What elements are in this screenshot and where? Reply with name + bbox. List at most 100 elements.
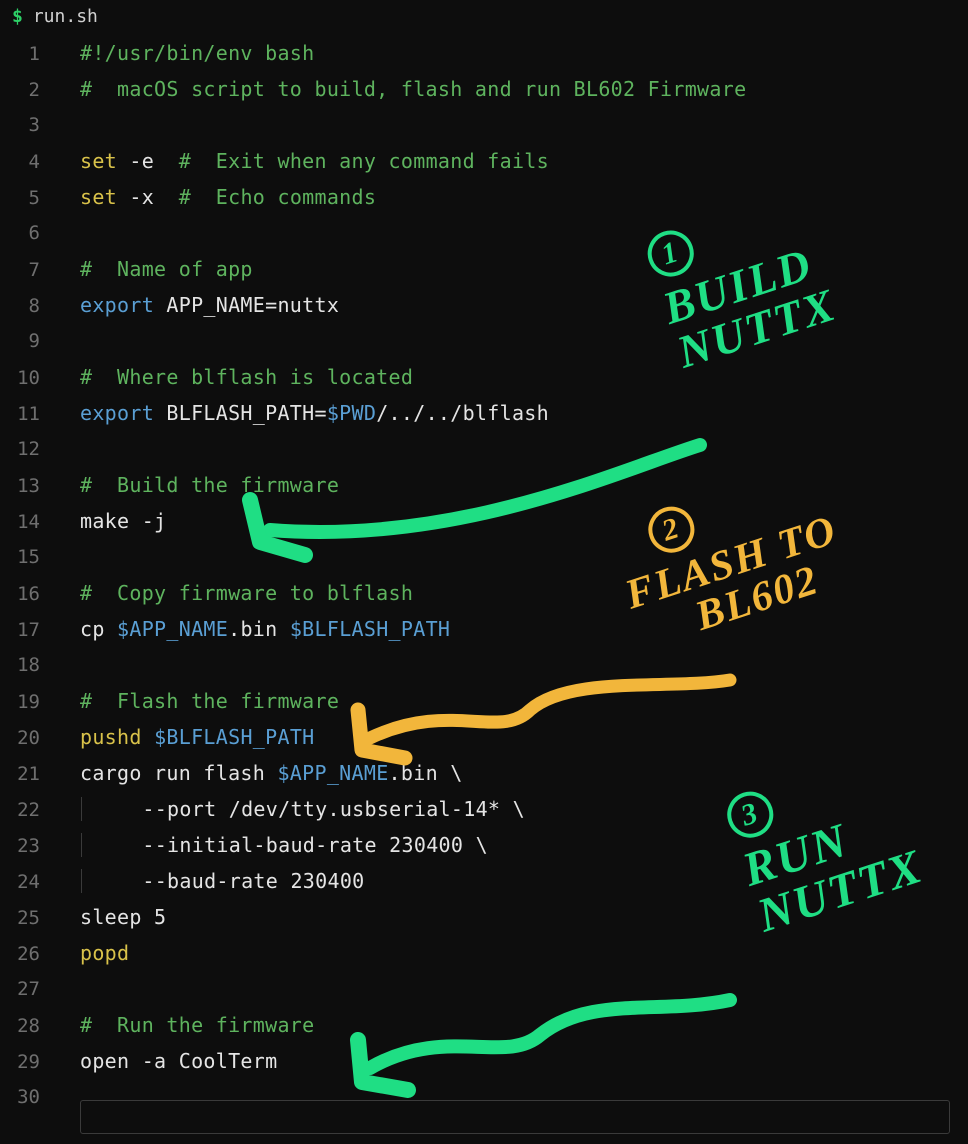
code-line[interactable]: 7 # Name of app xyxy=(0,251,968,287)
code-line[interactable]: 4set -e # Exit when any command fails xyxy=(0,143,968,179)
line-content[interactable]: open -a CoolTerm xyxy=(62,1043,277,1079)
token: make -j xyxy=(80,509,166,533)
code-line[interactable]: 11export BLFLASH_PATH=$PWD/../../blflash xyxy=(0,395,968,431)
token: set xyxy=(80,149,117,173)
token: $PWD xyxy=(327,401,376,425)
line-number: 22 xyxy=(0,792,62,828)
code-line[interactable]: 15 xyxy=(0,539,968,575)
line-number: 18 xyxy=(0,647,62,683)
code-line[interactable]: 18 xyxy=(0,647,968,683)
line-number: 24 xyxy=(0,864,62,900)
line-content[interactable]: #!/usr/bin/env bash xyxy=(62,35,314,71)
token: # Copy firmware to blflash xyxy=(80,581,413,605)
code-line[interactable]: 24 --baud-rate 230400 xyxy=(0,863,968,899)
token xyxy=(142,725,154,749)
code-line[interactable]: 25 sleep 5 xyxy=(0,899,968,935)
code-line[interactable]: 6 xyxy=(0,215,968,251)
code-line[interactable]: 8export APP_NAME=nuttx xyxy=(0,287,968,323)
token: #!/usr/bin/env bash xyxy=(80,41,314,65)
token: -e xyxy=(117,149,179,173)
token: export xyxy=(80,293,154,317)
line-content[interactable]: # Where blflash is located xyxy=(62,359,413,395)
token: --initial-baud-rate 230400 \ xyxy=(93,833,488,857)
line-content[interactable]: --baud-rate 230400 xyxy=(62,863,365,899)
code-line[interactable]: 5set -x # Echo commands xyxy=(0,179,968,215)
line-content[interactable]: --port /dev/tty.usbserial-14* \ xyxy=(62,791,525,827)
line-number: 3 xyxy=(0,107,62,143)
line-content[interactable]: sleep 5 xyxy=(62,899,166,935)
line-content[interactable]: set -e # Exit when any command fails xyxy=(62,143,549,179)
code-line[interactable]: 19# Flash the firmware xyxy=(0,683,968,719)
code-editor[interactable]: 1 #!/usr/bin/env bash 2 # macOS script to b… xyxy=(0,31,968,1115)
line-number: 27 xyxy=(0,971,62,1007)
line-content[interactable]: cargo run flash $APP_NAME.bin \ xyxy=(62,755,463,791)
line-number: 21 xyxy=(0,756,62,792)
line-content[interactable]: popd xyxy=(62,935,129,971)
line-number: 26 xyxy=(0,936,62,972)
line-content[interactable]: # Build the firmware xyxy=(62,467,339,503)
token: # Name of app xyxy=(80,257,253,281)
token: $BLFLASH_PATH xyxy=(290,617,450,641)
line-content[interactable]: export BLFLASH_PATH=$PWD/../../blflash xyxy=(62,395,549,431)
token: $BLFLASH_PATH xyxy=(154,725,314,749)
code-line[interactable]: 9 xyxy=(0,323,968,359)
token: --port /dev/tty.usbserial-14* \ xyxy=(93,797,525,821)
code-line[interactable]: 13# Build the firmware xyxy=(0,467,968,503)
line-number: 15 xyxy=(0,539,62,575)
token: # Where blflash is located xyxy=(80,365,413,389)
line-content[interactable]: # Run the firmware xyxy=(62,1007,314,1043)
line-content[interactable]: pushd $BLFLASH_PATH xyxy=(62,719,315,755)
prompt-symbol: $ xyxy=(12,6,23,27)
line-number: 1 xyxy=(0,36,62,72)
line-content[interactable]: # Flash the firmware xyxy=(62,683,339,719)
line-content[interactable]: export APP_NAME=nuttx xyxy=(62,287,339,323)
line-content[interactable]: cp $APP_NAME.bin $BLFLASH_PATH xyxy=(62,611,450,647)
token: --baud-rate 230400 xyxy=(93,869,365,893)
line-number: 25 xyxy=(0,900,62,936)
line-content[interactable]: # Copy firmware to blflash xyxy=(62,575,413,611)
code-line[interactable]: 10 # Where blflash is located xyxy=(0,359,968,395)
code-line[interactable]: 12 xyxy=(0,431,968,467)
titlebar: $ run.sh xyxy=(0,0,968,31)
code-line[interactable]: 14 make -j xyxy=(0,503,968,539)
code-line[interactable]: 3 xyxy=(0,107,968,143)
token: # Run the firmware xyxy=(80,1013,314,1037)
code-line[interactable]: 17cp $APP_NAME.bin $BLFLASH_PATH xyxy=(0,611,968,647)
line-content[interactable]: --initial-baud-rate 230400 \ xyxy=(62,827,488,863)
line-number: 7 xyxy=(0,252,62,288)
line-content[interactable]: # macOS script to build, flash and run B… xyxy=(62,71,746,107)
line-number: 28 xyxy=(0,1008,62,1044)
line-number: 10 xyxy=(0,360,62,396)
code-line[interactable]: 20pushd $BLFLASH_PATH xyxy=(0,719,968,755)
code-line[interactable]: 22 --port /dev/tty.usbserial-14* \ xyxy=(0,791,968,827)
line-number: 23 xyxy=(0,828,62,864)
code-line[interactable]: 2 # macOS script to build, flash and run … xyxy=(0,71,968,107)
line-number: 2 xyxy=(0,72,62,108)
code-line[interactable]: 23 --initial-baud-rate 230400 \ xyxy=(0,827,968,863)
line-number: 13 xyxy=(0,468,62,504)
line-content[interactable]: set -x # Echo commands xyxy=(62,179,376,215)
token: pushd xyxy=(80,725,142,749)
token: $APP_NAME xyxy=(117,617,228,641)
code-line[interactable]: 30 xyxy=(0,1079,968,1115)
token: sleep 5 xyxy=(80,905,166,929)
token: # macOS script to build, flash and run B… xyxy=(80,77,746,101)
token: BLFLASH_PATH= xyxy=(154,401,327,425)
line-number: 12 xyxy=(0,431,62,467)
filename: run.sh xyxy=(33,6,98,27)
line-content[interactable]: make -j xyxy=(62,503,166,539)
code-line[interactable]: 28 # Run the firmware xyxy=(0,1007,968,1043)
code-line[interactable]: 16 # Copy firmware to blflash xyxy=(0,575,968,611)
code-line[interactable]: 1 #!/usr/bin/env bash xyxy=(0,35,968,71)
line-number: 16 xyxy=(0,576,62,612)
line-number: 11 xyxy=(0,396,62,432)
line-number: 29 xyxy=(0,1044,62,1080)
token: .bin xyxy=(228,617,290,641)
line-number: 14 xyxy=(0,504,62,540)
code-line[interactable]: 29open -a CoolTerm xyxy=(0,1043,968,1079)
line-content[interactable]: # Name of app xyxy=(62,251,253,287)
code-line[interactable]: 26popd xyxy=(0,935,968,971)
code-line[interactable]: 27 xyxy=(0,971,968,1007)
line-number: 30 xyxy=(0,1079,62,1115)
code-line[interactable]: 21cargo run flash $APP_NAME.bin \ xyxy=(0,755,968,791)
